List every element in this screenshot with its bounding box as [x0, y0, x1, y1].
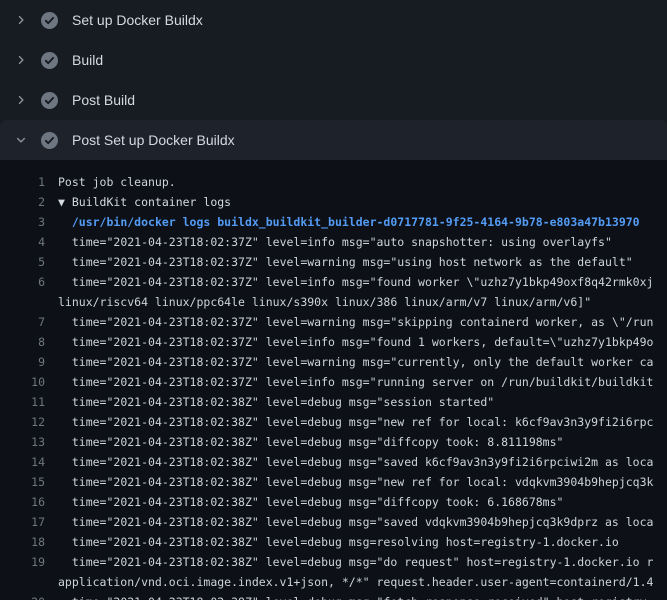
log-line: 17 time="2021-04-23T18:02:38Z" level=deb…: [0, 512, 667, 532]
log-line: 8 time="2021-04-23T18:02:37Z" level=info…: [0, 332, 667, 352]
line-number[interactable]: 9: [0, 352, 58, 372]
step-label: Post Set up Docker Buildx: [72, 132, 235, 148]
log-line-text: time="2021-04-23T18:02:37Z" level=info m…: [58, 272, 667, 312]
line-number[interactable]: 4: [0, 232, 58, 252]
line-number[interactable]: 11: [0, 392, 58, 412]
log-line-text: time="2021-04-23T18:02:38Z" level=debug …: [58, 592, 667, 600]
step-label: Set up Docker Buildx: [72, 12, 203, 28]
log-line: 11 time="2021-04-23T18:02:38Z" level=deb…: [0, 392, 667, 412]
log-line-text: time="2021-04-23T18:02:38Z" level=debug …: [58, 552, 667, 592]
line-number[interactable]: 7: [0, 312, 58, 332]
line-number[interactable]: 14: [0, 452, 58, 472]
line-number[interactable]: 10: [0, 372, 58, 392]
line-number[interactable]: 18: [0, 532, 58, 552]
log-line: 2▼ BuildKit container logs: [0, 192, 667, 212]
log-line-text: time="2021-04-23T18:02:37Z" level=info m…: [58, 372, 667, 392]
log-group-toggle[interactable]: ▼ BuildKit container logs: [58, 192, 667, 212]
line-number[interactable]: 15: [0, 472, 58, 492]
line-number[interactable]: 13: [0, 432, 58, 452]
log-line: 12 time="2021-04-23T18:02:38Z" level=deb…: [0, 412, 667, 432]
log-line-text: time="2021-04-23T18:02:37Z" level=info m…: [58, 332, 667, 352]
log-line-text: time="2021-04-23T18:02:38Z" level=debug …: [58, 412, 667, 432]
line-number[interactable]: 16: [0, 492, 58, 512]
line-number[interactable]: 3: [0, 212, 58, 232]
line-number[interactable]: 2: [0, 192, 58, 212]
steps-list: Set up Docker Buildx Build Post Build Post …: [0, 0, 667, 160]
log-line: 13 time="2021-04-23T18:02:38Z" level=deb…: [0, 432, 667, 452]
log-line-text: time="2021-04-23T18:02:37Z" level=warnin…: [58, 352, 667, 372]
log-line-text: Post job cleanup.: [58, 172, 667, 192]
log-line: 20 time="2021-04-23T18:02:38Z" level=deb…: [0, 592, 667, 600]
line-number[interactable]: 8: [0, 332, 58, 352]
line-number[interactable]: 20: [0, 592, 58, 600]
line-number[interactable]: 6: [0, 272, 58, 292]
log-line-text: time="2021-04-23T18:02:38Z" level=debug …: [58, 392, 667, 412]
log-line: 5 time="2021-04-23T18:02:37Z" level=warn…: [0, 252, 667, 272]
step-row-post-build[interactable]: Post Build: [0, 80, 667, 120]
log-line: 9 time="2021-04-23T18:02:37Z" level=warn…: [0, 352, 667, 372]
log-line-text: time="2021-04-23T18:02:37Z" level=info m…: [58, 232, 667, 252]
chevron-right-icon: [10, 94, 32, 106]
line-number[interactable]: 12: [0, 412, 58, 432]
step-label: Post Build: [72, 92, 135, 108]
log-line-text: time="2021-04-23T18:02:37Z" level=warnin…: [58, 252, 667, 272]
log-line-text: time="2021-04-23T18:02:38Z" level=debug …: [58, 532, 667, 552]
check-circle-icon: [36, 92, 62, 109]
log-line: 14 time="2021-04-23T18:02:38Z" level=deb…: [0, 452, 667, 472]
log-line-text: time="2021-04-23T18:02:38Z" level=debug …: [58, 452, 667, 472]
log-command-text: /usr/bin/docker logs buildx_buildkit_bui…: [58, 212, 667, 232]
check-circle-icon: [36, 132, 62, 149]
log-line-text: time="2021-04-23T18:02:37Z" level=warnin…: [58, 312, 667, 332]
log-line-text: time="2021-04-23T18:02:38Z" level=debug …: [58, 512, 667, 532]
log-panel: 1Post job cleanup.2▼ BuildKit container …: [0, 160, 667, 600]
step-row-set-up-docker-buildx[interactable]: Set up Docker Buildx: [0, 0, 667, 40]
log-line-text: time="2021-04-23T18:02:38Z" level=debug …: [58, 472, 667, 492]
log-line-text: time="2021-04-23T18:02:38Z" level=debug …: [58, 432, 667, 452]
log-line: 7 time="2021-04-23T18:02:37Z" level=warn…: [0, 312, 667, 332]
chevron-down-icon: [10, 134, 32, 146]
line-number[interactable]: 1: [0, 172, 58, 192]
log-line: 15 time="2021-04-23T18:02:38Z" level=deb…: [0, 472, 667, 492]
actions-log-viewer: Set up Docker Buildx Build Post Build Post …: [0, 0, 667, 600]
log-line: 19 time="2021-04-23T18:02:38Z" level=deb…: [0, 552, 667, 592]
log-line: 3 /usr/bin/docker logs buildx_buildkit_b…: [0, 212, 667, 232]
chevron-right-icon: [10, 14, 32, 26]
check-circle-icon: [36, 52, 62, 69]
step-label: Build: [72, 52, 103, 68]
step-row-post-set-up-docker-buildx[interactable]: Post Set up Docker Buildx: [0, 120, 667, 160]
line-number[interactable]: 19: [0, 552, 58, 572]
log-line-text: time="2021-04-23T18:02:38Z" level=debug …: [58, 492, 667, 512]
log-line: 16 time="2021-04-23T18:02:38Z" level=deb…: [0, 492, 667, 512]
log-line: 10 time="2021-04-23T18:02:37Z" level=inf…: [0, 372, 667, 392]
step-row-build[interactable]: Build: [0, 40, 667, 80]
line-number[interactable]: 17: [0, 512, 58, 532]
line-number[interactable]: 5: [0, 252, 58, 272]
log-line: 6 time="2021-04-23T18:02:37Z" level=info…: [0, 272, 667, 312]
check-circle-icon: [36, 12, 62, 29]
chevron-right-icon: [10, 54, 32, 66]
log-line: 4 time="2021-04-23T18:02:37Z" level=info…: [0, 232, 667, 252]
log-line: 18 time="2021-04-23T18:02:38Z" level=deb…: [0, 532, 667, 552]
log-line: 1Post job cleanup.: [0, 172, 667, 192]
